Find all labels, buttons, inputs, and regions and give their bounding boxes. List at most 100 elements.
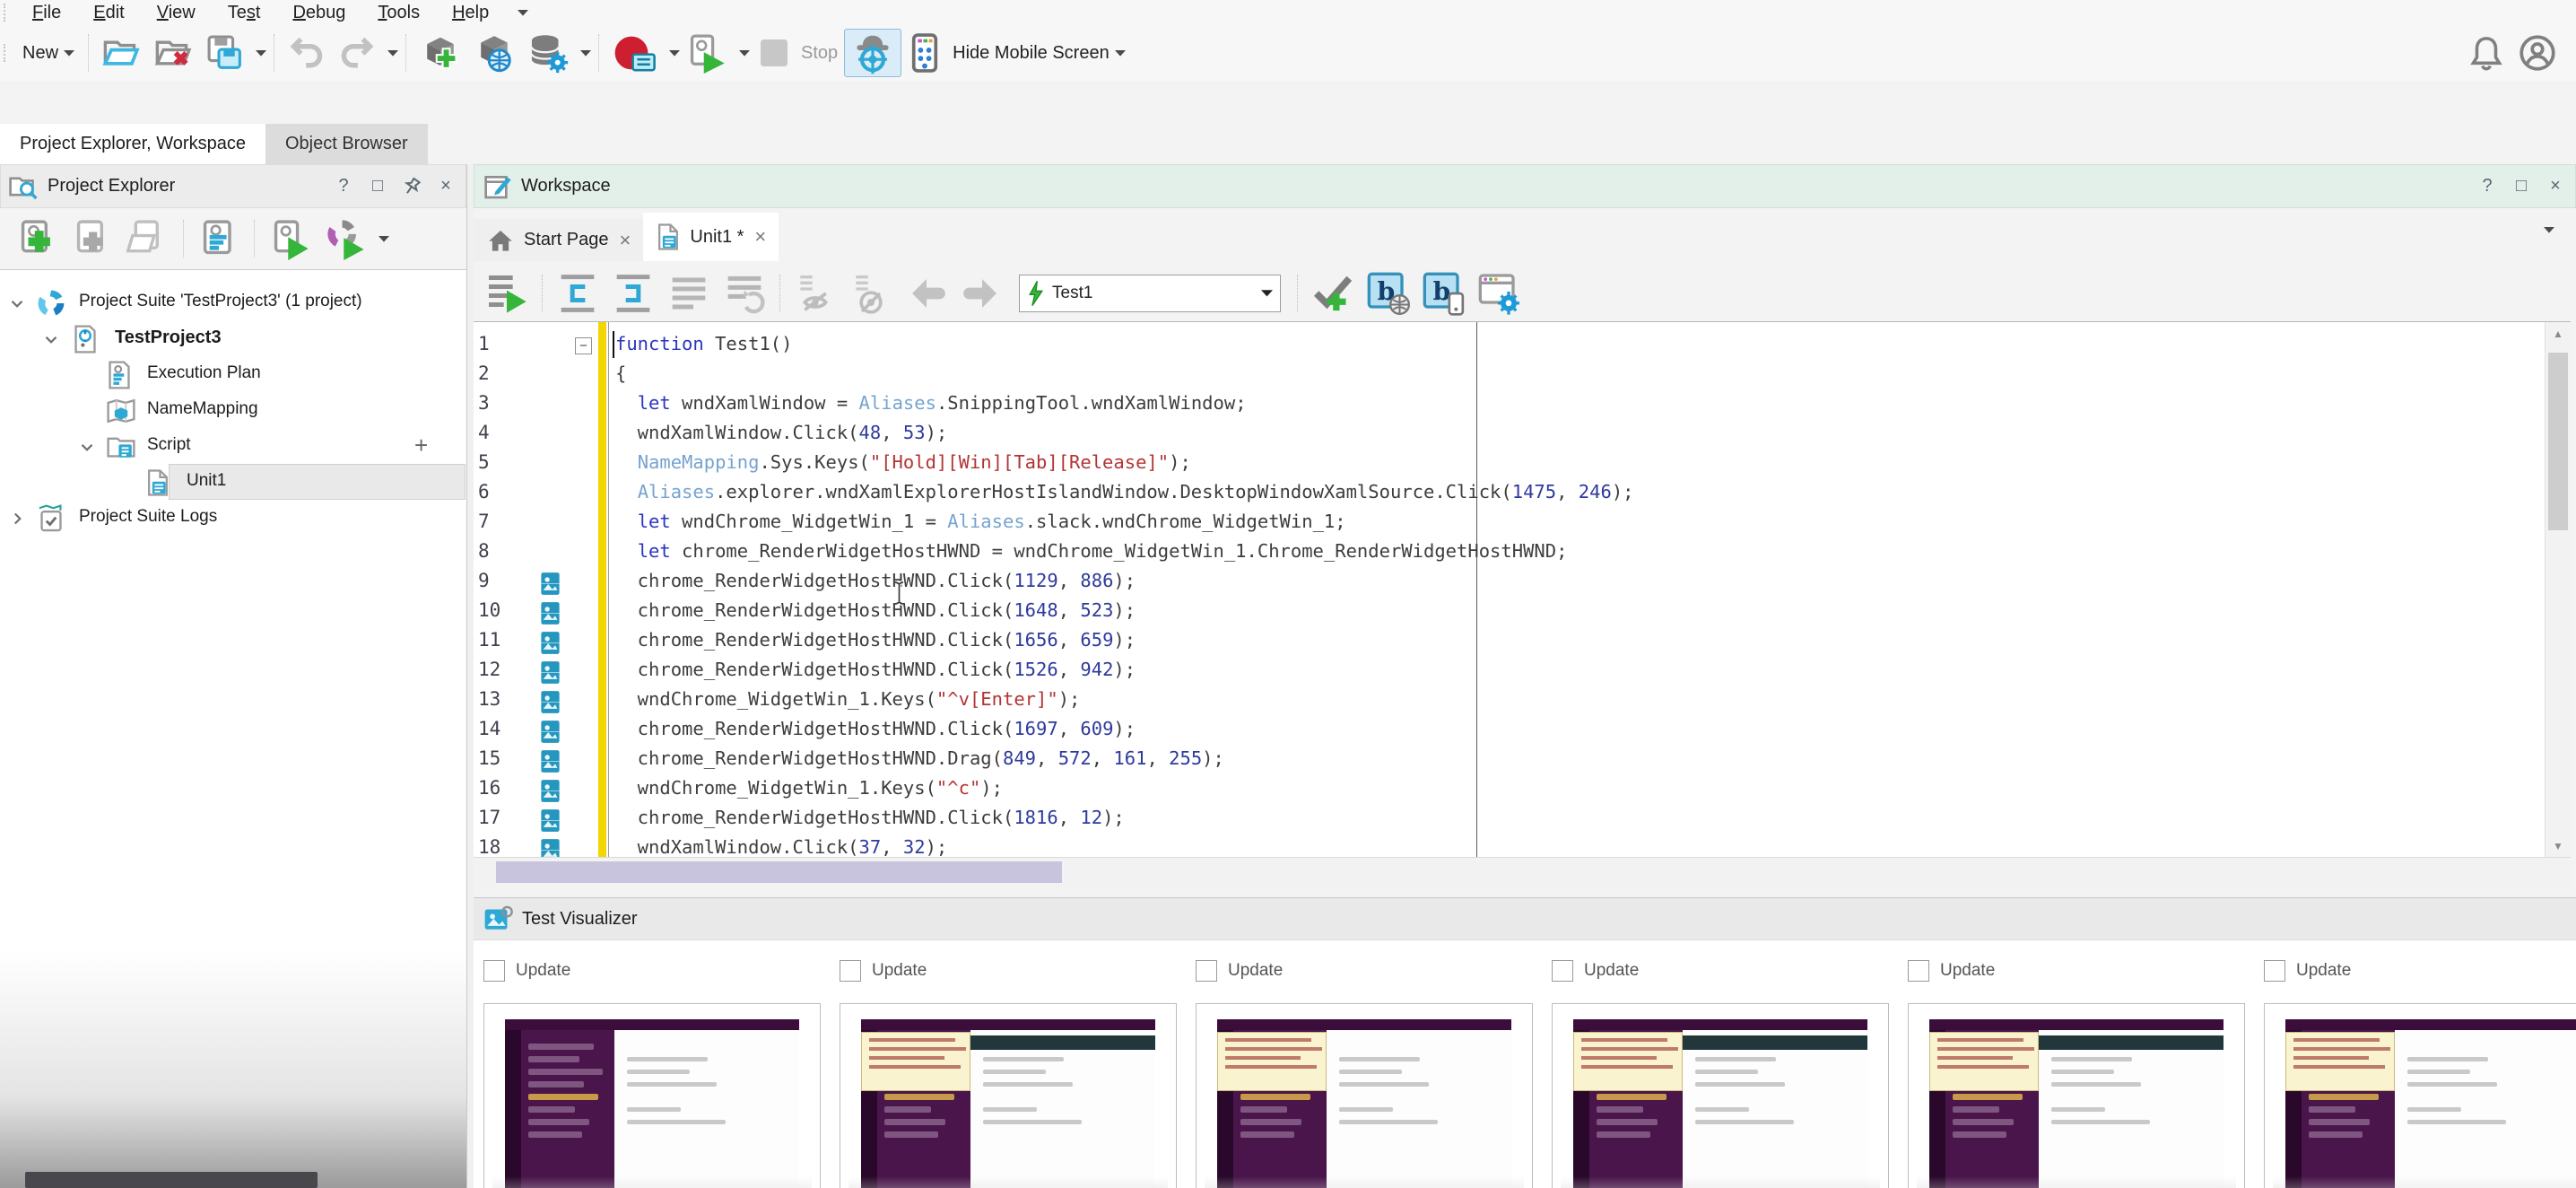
code-line[interactable]: wndChrome_WidgetWin_1.Keys("^c"); <box>615 777 1003 799</box>
code-line[interactable]: chrome_RenderWidgetHostHWND.Click(1526, … <box>615 659 1136 680</box>
code-line[interactable]: wndXamlWindow.Click(48, 53); <box>615 422 948 443</box>
code-line[interactable]: wndXamlWindow.Click(37, 32); <box>615 836 948 858</box>
menubar-grip[interactable] <box>4 4 9 22</box>
doc-tab-unit1[interactable]: Unit1 * × <box>643 213 779 261</box>
notifications-button[interactable] <box>2461 30 2511 76</box>
visualizer-thumbnail[interactable] <box>1196 1003 1533 1188</box>
maximize-button[interactable]: □ <box>367 176 388 197</box>
hscrollbar-thumb[interactable] <box>496 861 1062 883</box>
menu-view[interactable]: View <box>141 3 212 23</box>
open-item-button[interactable] <box>120 215 176 262</box>
navigate-back-button[interactable] <box>899 269 954 318</box>
update-checkbox[interactable] <box>2264 960 2285 982</box>
visualizer-frame-icon[interactable] <box>540 779 561 803</box>
run-project-button[interactable] <box>262 215 318 262</box>
record-button[interactable] <box>606 30 664 76</box>
visualizer-frame-icon[interactable] <box>540 660 561 685</box>
visualizer-frame-icon[interactable] <box>540 631 561 655</box>
toggle-visualizer-frames-button[interactable] <box>788 269 843 318</box>
data-settings-button[interactable] <box>521 30 575 76</box>
code-line[interactable]: { <box>615 363 626 384</box>
code-fold-toggle[interactable]: − <box>575 337 592 354</box>
code-line[interactable]: wndChrome_WidgetWin_1.Keys("^v[Enter]"); <box>615 688 1081 710</box>
code-line[interactable]: NameMapping.Sys.Keys("[Hold][Win][Tab][R… <box>615 451 1191 473</box>
combo-caret-icon[interactable] <box>1261 289 1273 297</box>
run-options-caret[interactable] <box>739 49 751 57</box>
map-object-button[interactable] <box>467 30 521 76</box>
scroll-down-arrow[interactable]: ▼ <box>2546 834 2571 858</box>
code-editor[interactable]: 1 − function Test1() 2 {3 let wndXamlWindow … <box>474 321 2571 858</box>
code-line[interactable]: chrome_RenderWidgetHostHWND.Click(1648, … <box>615 599 1136 621</box>
add-object-button[interactable] <box>413 30 467 76</box>
save-options-caret[interactable] <box>256 49 267 57</box>
menu-edit[interactable]: Edit <box>77 3 140 23</box>
undo-options-caret[interactable] <box>387 49 399 57</box>
menu-tools[interactable]: Tools <box>361 3 436 23</box>
update-checkbox[interactable] <box>1196 960 1217 982</box>
code-line[interactable]: Aliases.explorer.wndXamlExplorerHostIsla… <box>615 481 1634 502</box>
run-suite-button[interactable] <box>318 215 373 262</box>
browser-settings-button[interactable] <box>1472 269 1527 318</box>
visualizer-frame-icon[interactable] <box>540 601 561 625</box>
close-tab-icon[interactable]: × <box>620 229 631 252</box>
update-checkbox[interactable] <box>1908 960 1929 982</box>
tab-list-dropdown[interactable] <box>2544 226 2554 233</box>
workspace-maximize-button[interactable]: □ <box>2511 176 2532 197</box>
update-checkbox[interactable] <box>483 960 505 982</box>
menu-help[interactable]: Help <box>436 3 505 23</box>
workspace-help-button[interactable]: ? <box>2476 176 2498 197</box>
undo-button[interactable] <box>282 30 332 76</box>
help-button[interactable]: ? <box>333 176 354 197</box>
execution-plan-button[interactable] <box>191 215 247 262</box>
tab-project-explorer-workspace[interactable]: Project Explorer, Workspace <box>0 124 265 164</box>
menu-test[interactable]: Test <box>212 3 277 23</box>
menu-debug[interactable]: Debug <box>276 3 361 23</box>
scroll-up-arrow[interactable]: ▲ <box>2546 322 2571 345</box>
redo-button[interactable] <box>332 30 382 76</box>
block-start-button[interactable] <box>550 269 605 318</box>
run-target-combobox[interactable]: Test1 <box>1019 274 1281 312</box>
menu-file[interactable]: File <box>16 3 77 23</box>
add-item-button[interactable] <box>65 215 120 262</box>
code-line[interactable]: let wndXamlWindow = Aliases.SnippingTool… <box>615 392 1247 414</box>
code-line[interactable]: chrome_RenderWidgetHostHWND.Drag(849, 57… <box>615 747 1224 769</box>
toggle-visualizer-button[interactable] <box>843 269 899 318</box>
workspace-close-button[interactable]: × <box>2545 176 2566 197</box>
code-line[interactable]: chrome_RenderWidgetHostHWND.Click(1816, … <box>615 807 1125 828</box>
update-checkbox[interactable] <box>840 960 861 982</box>
pin-button[interactable] <box>401 176 422 197</box>
code-line[interactable]: let wndChrome_WidgetWin_1 = Aliases.slac… <box>615 511 1346 532</box>
mobile-checkpoint-button[interactable]: b <box>1416 269 1472 318</box>
web-checkpoint-button[interactable]: b <box>1361 269 1416 318</box>
add-new-project-button[interactable] <box>9 215 65 262</box>
close-file-button[interactable] <box>148 30 200 76</box>
visualizer-frame-icon[interactable] <box>540 720 561 744</box>
new-button[interactable]: New <box>16 30 81 76</box>
close-panel-button[interactable]: × <box>435 176 457 197</box>
spy-button[interactable] <box>844 29 902 77</box>
visualizer-frame-icon[interactable] <box>540 572 561 596</box>
open-button[interactable] <box>96 30 148 76</box>
visualizer-thumbnail[interactable] <box>1552 1003 1889 1188</box>
visualizer-frame-icon[interactable] <box>540 749 561 773</box>
tab-object-browser[interactable]: Object Browser <box>265 124 428 164</box>
code-line[interactable]: chrome_RenderWidgetHostHWND.Click(1129, … <box>615 570 1136 591</box>
visualizer-frame-icon[interactable] <box>540 838 561 858</box>
chevron-right-icon[interactable] <box>7 509 27 528</box>
code-line[interactable]: chrome_RenderWidgetHostHWND.Click(1697, … <box>615 718 1136 739</box>
chevron-down-icon[interactable] <box>77 437 97 457</box>
visualizer-frame-icon[interactable] <box>540 690 561 714</box>
revert-button[interactable] <box>717 269 772 318</box>
stop-button[interactable]: Stop <box>750 30 844 76</box>
mobile-options-caret[interactable] <box>1114 49 1126 57</box>
toolbar-grip[interactable] <box>4 44 9 62</box>
new-caret-icon[interactable] <box>64 49 75 57</box>
mobile-screen-button[interactable]: Hide Mobile Screen <box>901 30 1132 76</box>
visualizer-thumbnail[interactable] <box>2264 1003 2576 1188</box>
run-routine-button[interactable] <box>479 269 535 318</box>
block-end-button[interactable] <box>605 269 661 318</box>
object-options-caret[interactable] <box>580 49 592 57</box>
routine-list-button[interactable] <box>661 269 717 318</box>
close-tab-icon[interactable]: × <box>754 225 766 249</box>
code-line[interactable]: let chrome_RenderWidgetHostHWND = wndChr… <box>615 540 1568 562</box>
